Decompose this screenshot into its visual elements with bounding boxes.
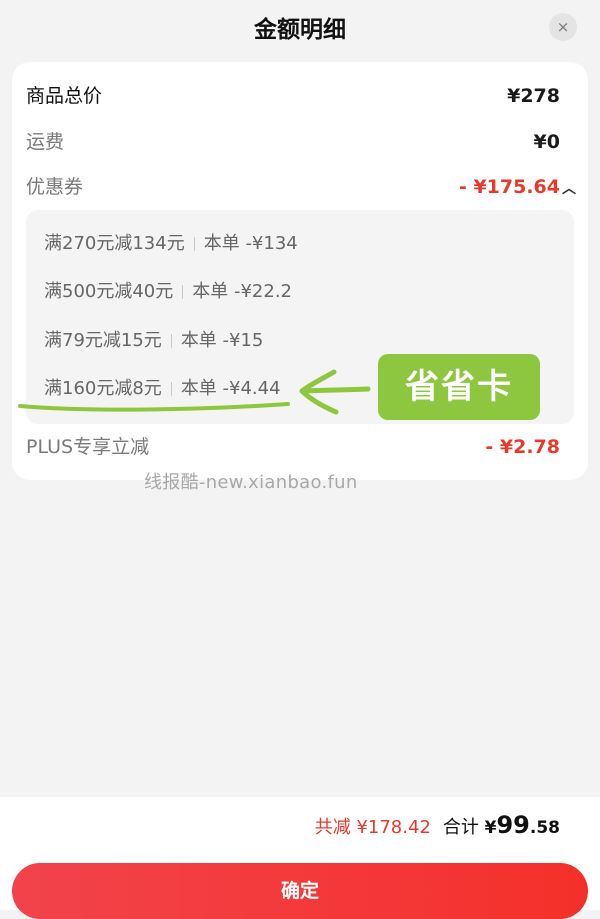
total-reduce: 共减 ¥178.42 — [314, 817, 431, 838]
annotation-underline — [18, 402, 290, 412]
total-integer: 99 — [496, 811, 530, 839]
annotation-arrow-icon — [299, 369, 371, 415]
total-label: 合计 — [442, 817, 479, 838]
footer-bar: 共减 ¥178.42 合计 ¥99.58 确定 — [0, 797, 600, 919]
annotation-marks — [18, 369, 371, 415]
watermark: 线报酷-new.xianbao.fun — [144, 472, 358, 493]
totals-summary: 共减 ¥178.42 合计 ¥99.58 — [315, 811, 560, 839]
total-decimal: .58 — [529, 818, 560, 838]
annotation-label: 省省卡 — [378, 354, 540, 420]
total-currency: ¥ — [484, 818, 497, 838]
confirm-button[interactable]: 确定 — [12, 863, 588, 919]
